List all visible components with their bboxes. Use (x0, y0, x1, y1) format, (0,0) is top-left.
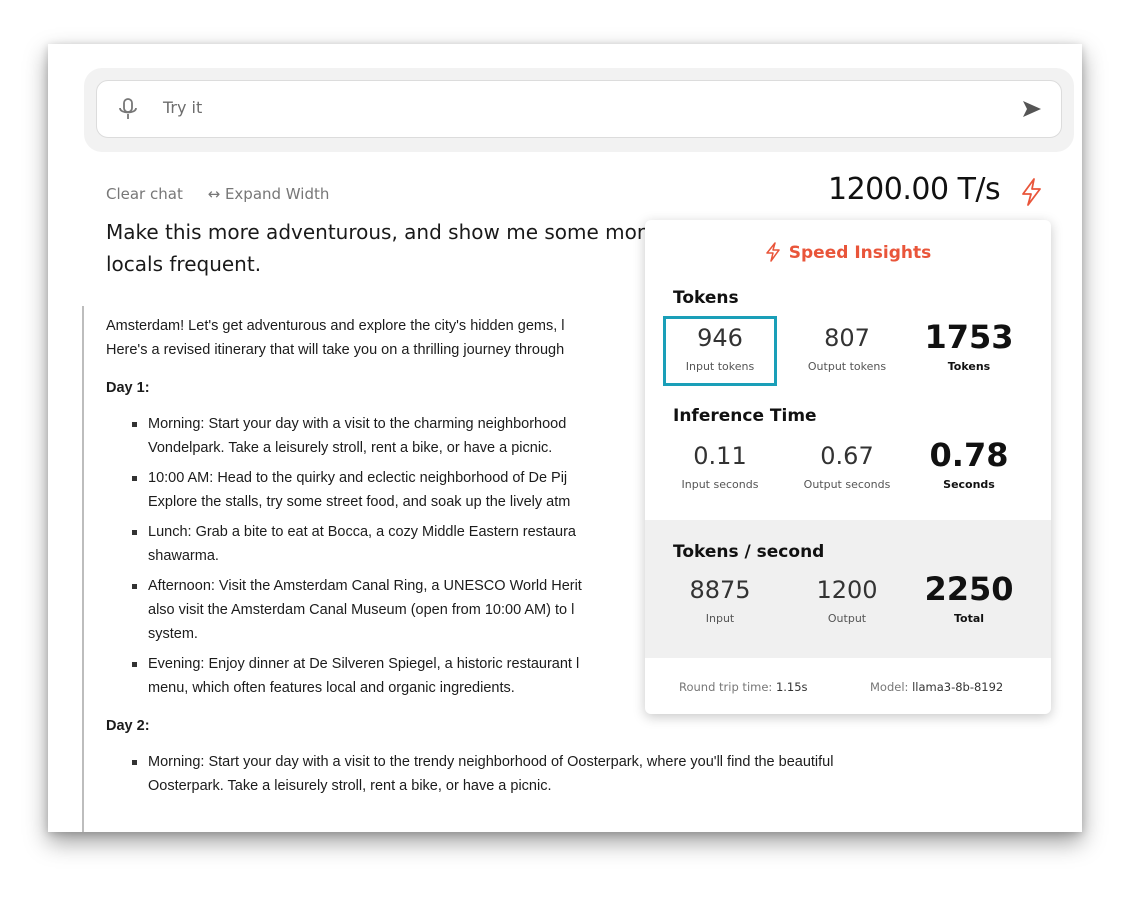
microphone-icon[interactable] (117, 97, 139, 121)
chat-input-container: Try it (84, 68, 1074, 152)
speed-insights-popup: Speed Insights Tokens 946 Input tokens 8… (645, 220, 1051, 714)
expand-width-button[interactable]: ↔ Expand Width (208, 185, 330, 203)
tokens-per-second-heading: Tokens / second (673, 542, 825, 562)
list-item: Morning: Start your day with a visit to … (132, 750, 986, 798)
total-tokens-stat: 1753 Tokens (924, 318, 1014, 373)
model-name: Model: llama3-8b-8192 (870, 680, 1004, 694)
lightning-bolt-icon (766, 242, 780, 262)
send-arrow-icon[interactable] (1021, 98, 1043, 120)
response-divider (82, 306, 84, 832)
total-tps-stat: 2250 Total (924, 570, 1014, 625)
app-window: Try it Clear chat ↔ Expand Width 1200.00… (48, 44, 1082, 832)
lightning-bolt-icon[interactable] (1018, 177, 1044, 207)
chat-toolbar: Clear chat ↔ Expand Width (106, 185, 349, 203)
tokens-heading: Tokens (673, 288, 739, 308)
speed-insights-title: Speed Insights (645, 242, 1051, 263)
inference-time-heading: Inference Time (673, 406, 817, 426)
chat-input[interactable]: Try it (96, 80, 1062, 138)
round-trip-time: Round trip time: 1.15s (679, 680, 808, 694)
total-seconds-stat: 0.78 Seconds (929, 436, 1009, 491)
output-tps-stat: 1200 Output (816, 576, 878, 625)
input-tokens-stat: 946 Input tokens (685, 324, 755, 373)
input-seconds-stat: 0.11 Input seconds (681, 442, 759, 491)
output-tokens-stat: 807 Output tokens (807, 324, 887, 373)
input-tps-stat: 8875 Input (689, 576, 751, 625)
day2-list: Morning: Start your day with a visit to … (106, 750, 986, 798)
clear-chat-button[interactable]: Clear chat (106, 185, 183, 203)
input-placeholder[interactable]: Try it (163, 98, 202, 117)
user-prompt: Make this more adventurous, and show me … (106, 220, 646, 276)
output-seconds-stat: 0.67 Output seconds (803, 442, 891, 491)
day-heading: Day 2: (106, 718, 150, 734)
speed-readout[interactable]: 1200.00 T/s (828, 172, 1001, 207)
